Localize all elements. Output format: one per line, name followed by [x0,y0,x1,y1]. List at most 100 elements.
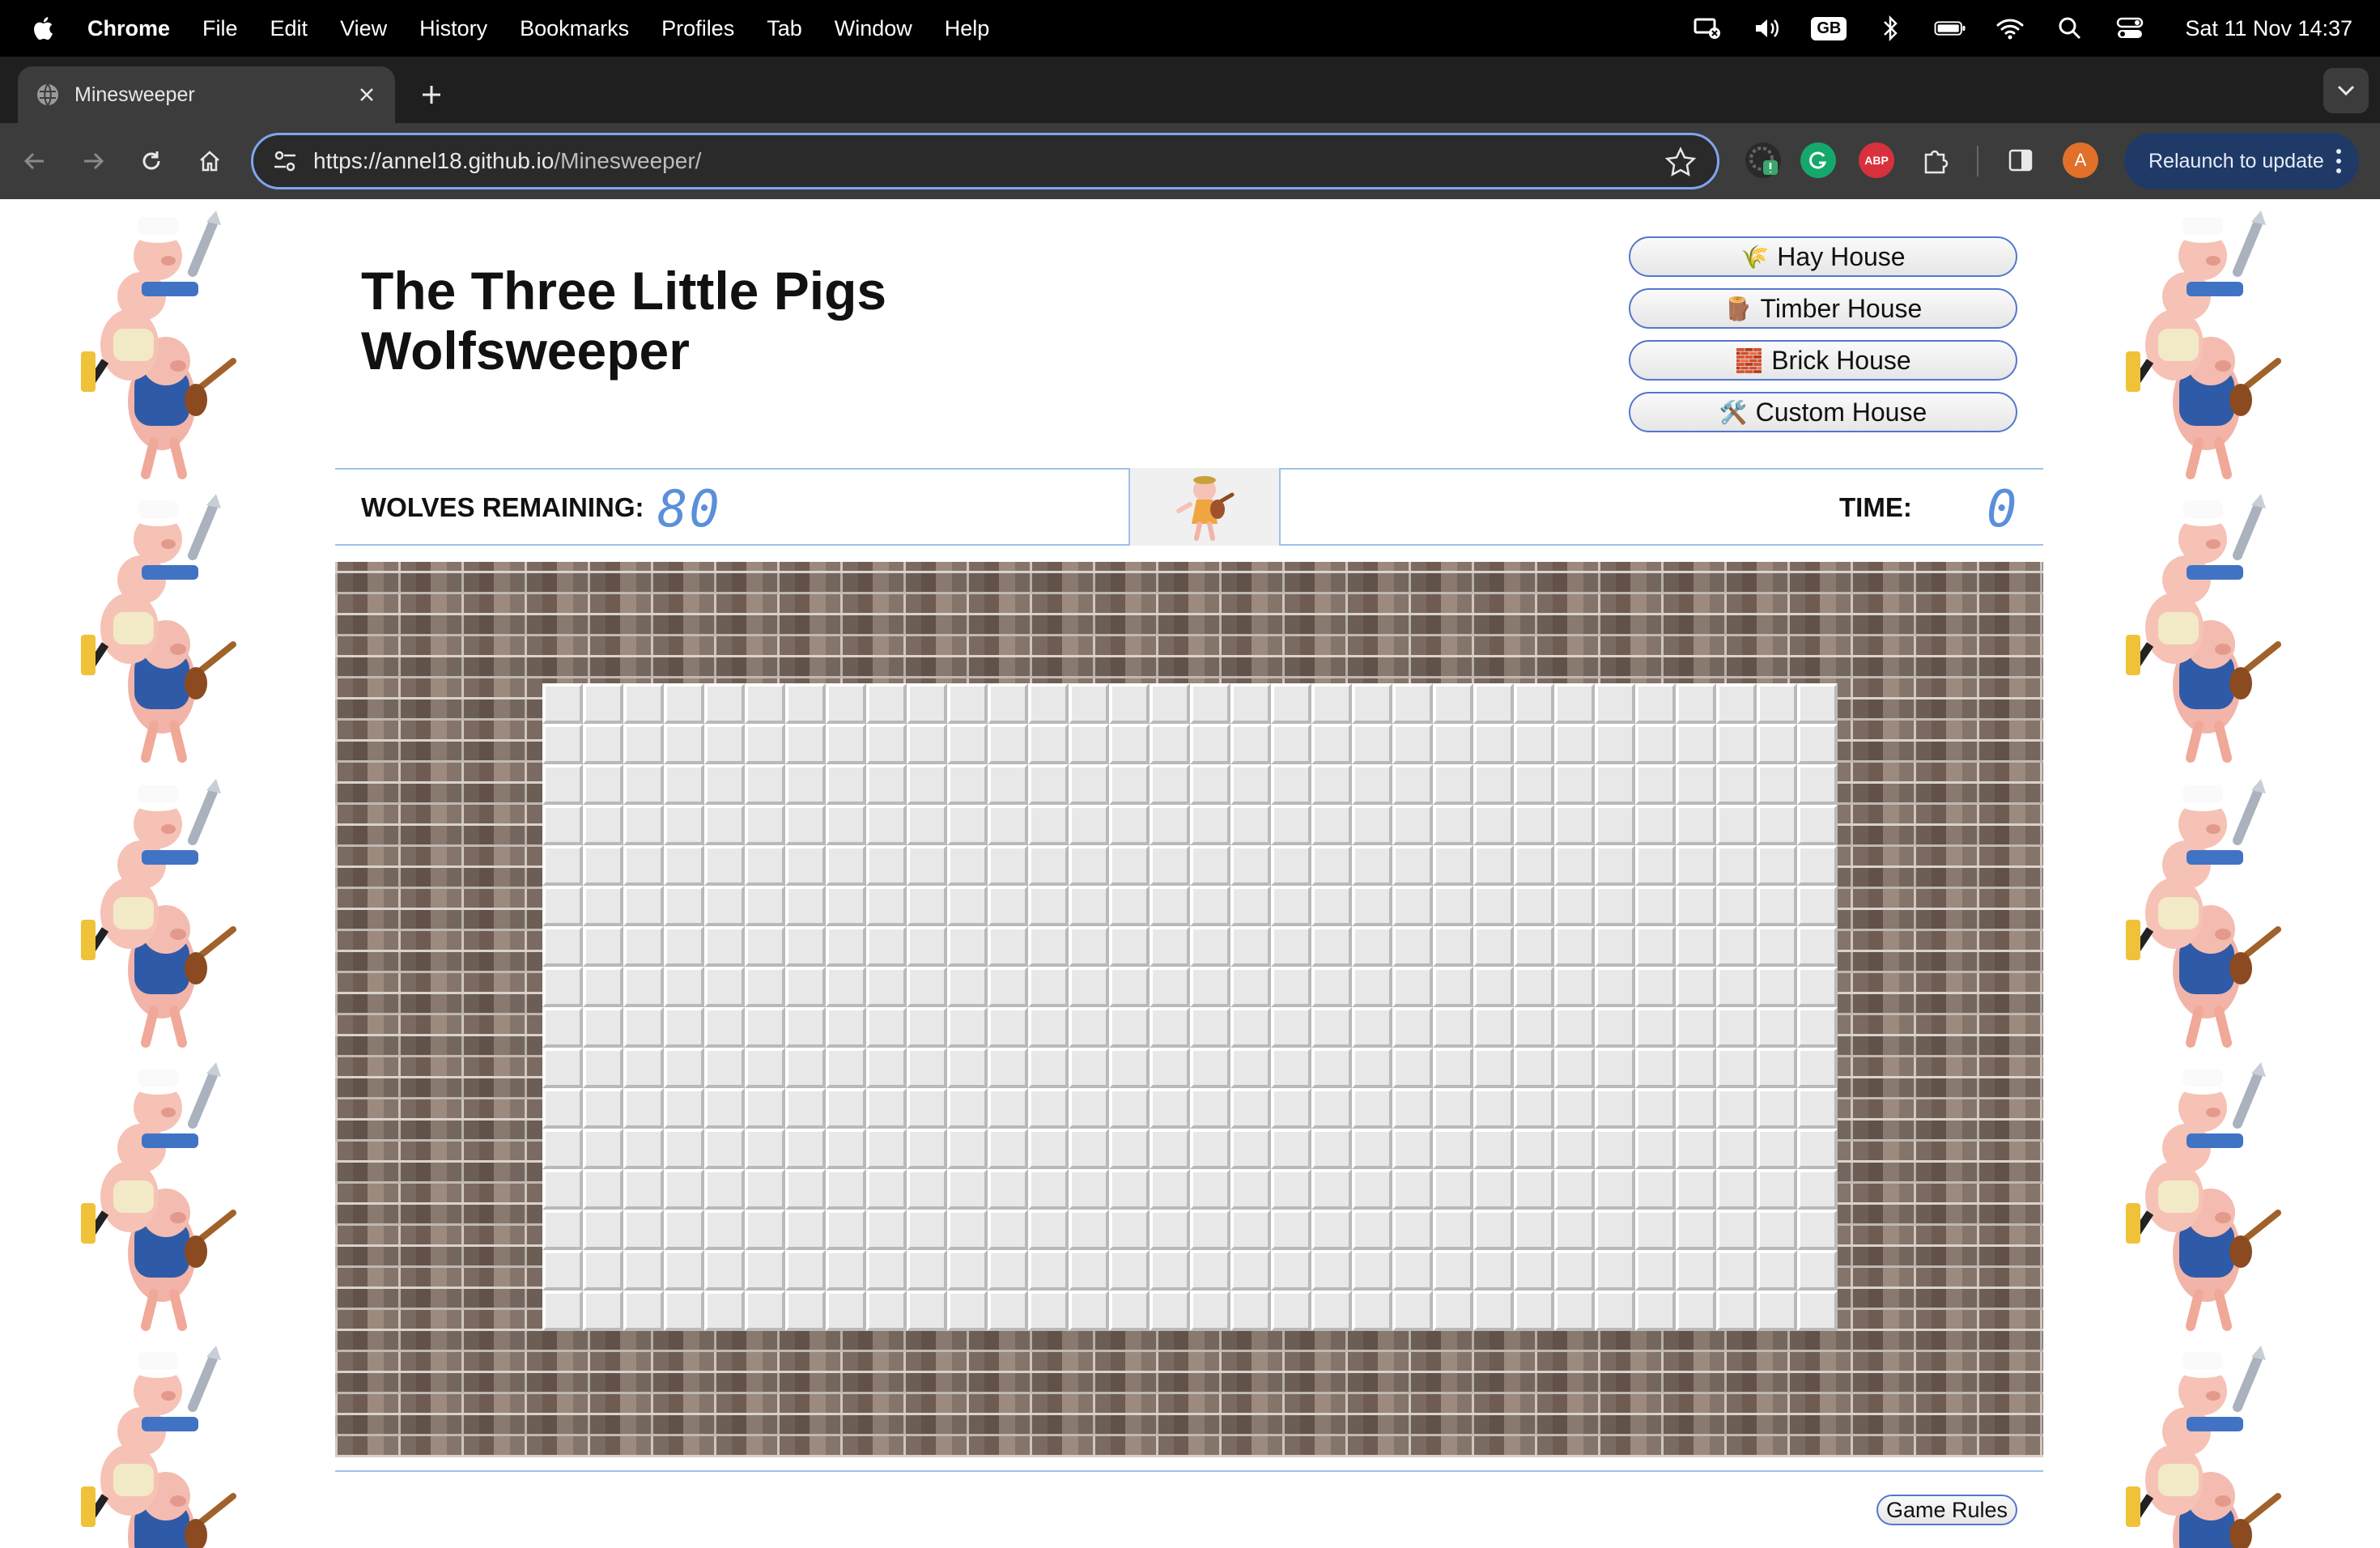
board-cell[interactable] [583,724,623,764]
board-cell[interactable] [1190,1088,1230,1129]
board-cell[interactable] [988,1088,1028,1129]
board-cell[interactable] [1716,683,1757,724]
board-cell[interactable] [1392,1048,1433,1088]
board-cell[interactable] [1514,1129,1554,1169]
board-cell[interactable] [1311,724,1352,764]
board-cell[interactable] [1473,683,1514,724]
board-cell[interactable] [1635,1129,1676,1169]
board-cell[interactable] [542,683,583,724]
board-cell[interactable] [1311,1291,1352,1331]
board-cell[interactable] [1392,1291,1433,1331]
board-cell[interactable] [1028,967,1069,1007]
board-cell[interactable] [1352,1007,1392,1048]
board-cell[interactable] [1109,1129,1150,1169]
board-cell[interactable] [583,1129,623,1169]
board-cell[interactable] [1514,967,1554,1007]
board-cell[interactable] [704,845,745,886]
board-cell[interactable] [1271,1250,1311,1291]
board-cell[interactable] [866,845,907,886]
board-cell[interactable] [664,1250,704,1291]
board-cell[interactable] [1716,926,1757,967]
board-cell[interactable] [664,683,704,724]
board-cell[interactable] [1109,1048,1150,1088]
board-cell[interactable] [1150,886,1190,926]
board-cell[interactable] [785,683,826,724]
board-cell[interactable] [542,1129,583,1169]
board-cell[interactable] [1716,886,1757,926]
board-cell[interactable] [1514,724,1554,764]
extension-pending-icon[interactable] [1745,142,1781,178]
control-center-icon[interactable] [2114,12,2146,45]
board-cell[interactable] [1190,724,1230,764]
board-cell[interactable] [1230,724,1271,764]
board-cell[interactable] [1635,886,1676,926]
board-cell[interactable] [1554,1291,1595,1331]
board-cell[interactable] [1757,805,1797,845]
board-cell[interactable] [988,683,1028,724]
board-cell[interactable] [583,1210,623,1250]
board-cell[interactable] [1069,683,1109,724]
board-cell[interactable] [907,886,947,926]
board-cell[interactable] [1069,967,1109,1007]
board-cell[interactable] [1514,1250,1554,1291]
board-cell[interactable] [907,967,947,1007]
board-cell[interactable] [542,1007,583,1048]
board-cell[interactable] [1311,926,1352,967]
board-cell[interactable] [745,805,785,845]
board-cell[interactable] [826,1048,866,1088]
board-cell[interactable] [664,764,704,805]
board-cell[interactable] [664,1088,704,1129]
board-cell[interactable] [1069,1129,1109,1169]
board-cell[interactable] [1595,967,1635,1007]
board-cell[interactable] [1757,967,1797,1007]
board-cell[interactable] [623,1048,664,1088]
board-cell[interactable] [1190,805,1230,845]
board-cell[interactable] [1230,1169,1271,1210]
board-cell[interactable] [1230,1291,1271,1331]
board-cell[interactable] [1230,1210,1271,1250]
board-cell[interactable] [1028,1088,1069,1129]
board-cell[interactable] [1433,845,1473,886]
board-cell[interactable] [1311,1169,1352,1210]
board-cell[interactable] [1595,1007,1635,1048]
board-cell[interactable] [988,1250,1028,1291]
board-cell[interactable] [745,764,785,805]
board-cell[interactable] [1109,926,1150,967]
board-cell[interactable] [988,926,1028,967]
board-cell[interactable] [1028,845,1069,886]
board-cell[interactable] [1514,1007,1554,1048]
board-cell[interactable] [1473,1250,1514,1291]
board-cell[interactable] [1150,1048,1190,1088]
back-arrow-icon[interactable] [13,139,57,183]
board-cell[interactable] [745,1088,785,1129]
board-cell[interactable] [1554,1169,1595,1210]
board-cell[interactable] [1392,724,1433,764]
board-cell[interactable] [542,926,583,967]
board-cell[interactable] [907,724,947,764]
board-cell[interactable] [947,1210,988,1250]
board-cell[interactable] [1069,724,1109,764]
board-cell[interactable] [1433,1048,1473,1088]
menu-view[interactable]: View [340,16,387,41]
board-cell[interactable] [1433,1129,1473,1169]
board-cell[interactable] [664,1129,704,1169]
board-cell[interactable] [704,683,745,724]
board-cell[interactable] [1554,1088,1595,1129]
board-cell[interactable] [1028,1250,1069,1291]
board-cell[interactable] [1554,1250,1595,1291]
board-cell[interactable] [1230,926,1271,967]
new-tab-plus-icon[interactable] [411,74,452,115]
board-cell[interactable] [988,886,1028,926]
board-cell[interactable] [1716,805,1757,845]
board-cell[interactable] [1271,805,1311,845]
board-cell[interactable] [583,1088,623,1129]
board-cell[interactable] [866,1210,907,1250]
board-cell[interactable] [1473,724,1514,764]
board-cell[interactable] [1109,967,1150,1007]
board-cell[interactable] [1028,1007,1069,1048]
board-cell[interactable] [623,1169,664,1210]
battery-icon[interactable] [1934,12,1966,45]
board-cell[interactable] [1757,1210,1797,1250]
board-cell[interactable] [542,1210,583,1250]
board-cell[interactable] [785,1088,826,1129]
